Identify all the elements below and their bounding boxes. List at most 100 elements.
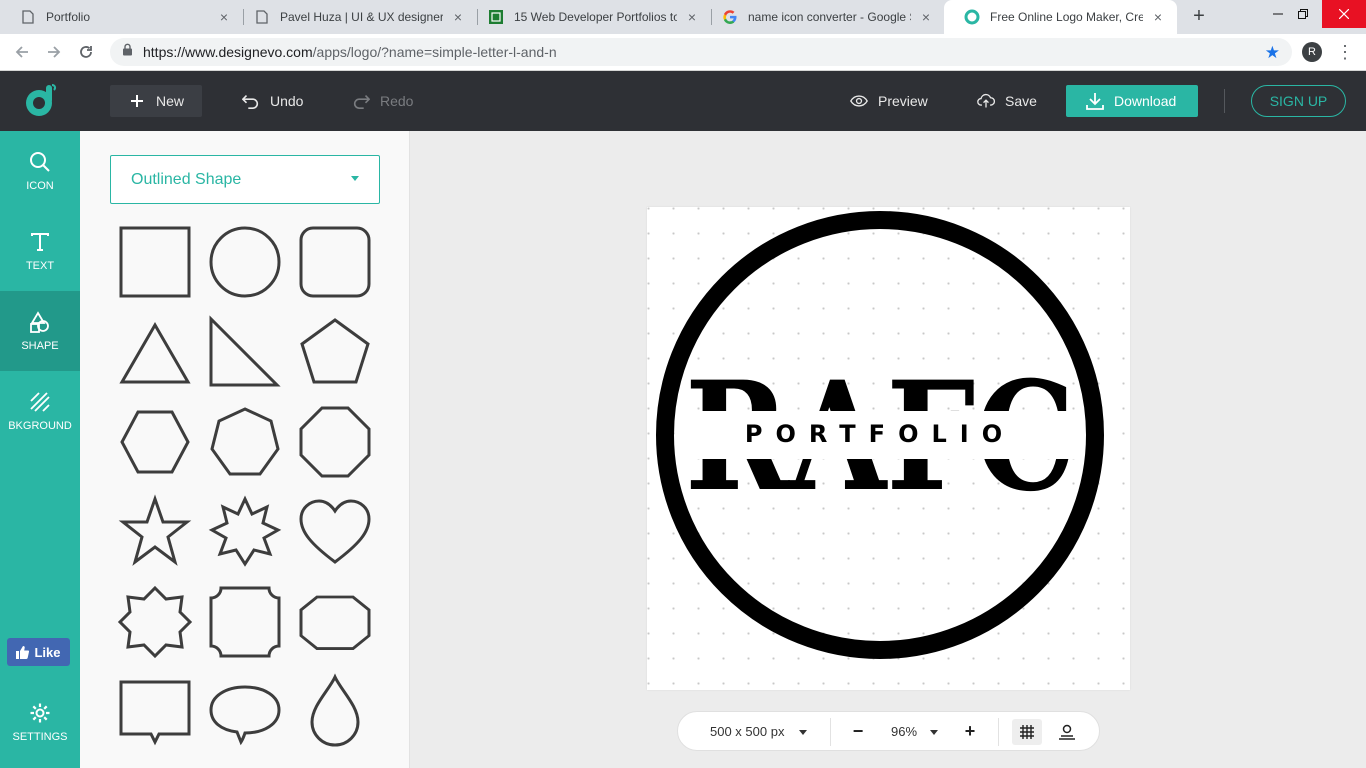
rail-item-shape[interactable]: SHAPE bbox=[0, 291, 80, 371]
close-icon[interactable]: × bbox=[919, 10, 933, 24]
canvas-zoom-bar: 500 x 500 px − 96% + bbox=[677, 711, 1100, 751]
page-icon bbox=[20, 9, 36, 25]
close-icon[interactable]: × bbox=[217, 10, 231, 24]
browser-tab-pavel[interactable]: Pavel Huza | UI & UX designer × bbox=[234, 0, 477, 34]
redo-button[interactable]: Redo bbox=[352, 85, 413, 117]
shape-panel: Outlined Shape bbox=[80, 131, 410, 768]
canvas-size-select[interactable]: 500 x 500 px bbox=[710, 724, 784, 739]
tab-title: 15 Web Developer Portfolios to bbox=[514, 10, 677, 24]
text-icon bbox=[28, 230, 52, 254]
new-label: New bbox=[156, 93, 185, 109]
design-workspace: RAFC PORTFOLIO 500 x 500 px − 96% + bbox=[410, 131, 1366, 768]
close-icon[interactable]: × bbox=[1151, 10, 1165, 24]
browser-tab-google[interactable]: name icon converter - Google S × bbox=[702, 0, 945, 34]
guide-toggle-button[interactable] bbox=[1054, 719, 1080, 745]
save-button[interactable]: Save bbox=[977, 85, 1037, 117]
like-label: Like bbox=[34, 644, 61, 660]
rail-item-settings[interactable]: SETTINGS bbox=[0, 682, 80, 762]
bookmark-star-icon[interactable]: ★ bbox=[1265, 43, 1280, 63]
browser-tab-designevo[interactable]: Free Online Logo Maker, Create × bbox=[944, 0, 1177, 34]
app-icon bbox=[488, 9, 504, 25]
download-button[interactable]: Download bbox=[1066, 85, 1198, 117]
undo-button[interactable]: Undo bbox=[242, 85, 303, 117]
shape-heptagon[interactable] bbox=[200, 397, 290, 487]
browser-menu-icon[interactable]: ⋮ bbox=[1336, 42, 1354, 62]
zoombar-divider bbox=[830, 718, 831, 746]
shape-speech-rect[interactable] bbox=[110, 667, 200, 757]
profile-avatar[interactable]: R bbox=[1302, 42, 1322, 62]
address-bar[interactable]: https://www.designevo.com/apps/logo/?nam… bbox=[110, 38, 1292, 66]
left-tool-rail: ICON TEXT SHAPE BKGROUND Like SETTINGS bbox=[0, 131, 80, 768]
preview-button[interactable]: Preview bbox=[850, 85, 928, 117]
url-host: https://www.designevo.com bbox=[143, 44, 313, 60]
facebook-like-button[interactable]: Like bbox=[7, 638, 70, 666]
zoom-level-select[interactable]: 96% bbox=[891, 724, 917, 739]
shape-long-hexagon[interactable] bbox=[290, 577, 380, 667]
shape-badge-star[interactable] bbox=[110, 577, 200, 667]
redo-label: Redo bbox=[380, 93, 414, 109]
logo-artboard[interactable]: RAFC PORTFOLIO bbox=[647, 207, 1130, 690]
url-path: /apps/logo/?name=simple-letter-l-and-n bbox=[312, 44, 557, 60]
close-icon[interactable]: × bbox=[685, 10, 699, 24]
back-button[interactable] bbox=[12, 42, 32, 62]
rail-item-label: TEXT bbox=[25, 260, 55, 272]
shape-heart[interactable] bbox=[290, 487, 380, 577]
shape-right-triangle[interactable] bbox=[200, 307, 290, 397]
shape-rounded-square[interactable] bbox=[290, 217, 380, 307]
reload-button[interactable] bbox=[76, 42, 96, 62]
shape-pentagon[interactable] bbox=[290, 307, 380, 397]
preview-label: Preview bbox=[878, 93, 928, 109]
designevo-logo[interactable] bbox=[22, 83, 58, 119]
download-label: Download bbox=[1114, 93, 1177, 109]
browser-tab-portfolios[interactable]: 15 Web Developer Portfolios to × bbox=[468, 0, 711, 34]
rail-item-label: SHAPE bbox=[21, 340, 59, 352]
eye-icon bbox=[850, 92, 868, 110]
shape-speech-oval[interactable] bbox=[200, 667, 290, 757]
restore-button[interactable] bbox=[1281, 0, 1325, 28]
shape-star-8[interactable] bbox=[200, 487, 290, 577]
logo-svg: RAFC PORTFOLIO bbox=[656, 211, 1104, 659]
save-label: Save bbox=[1005, 93, 1037, 109]
rail-item-icon[interactable]: ICON bbox=[0, 131, 80, 211]
shape-star-5[interactable] bbox=[110, 487, 200, 577]
logo-tagline[interactable]: PORTFOLIO bbox=[745, 420, 1015, 448]
shape-triangle[interactable] bbox=[110, 307, 200, 397]
shape-octagon[interactable] bbox=[290, 397, 380, 487]
signup-button[interactable]: SIGN UP bbox=[1251, 85, 1346, 117]
search-icon bbox=[28, 150, 52, 174]
tab-title: Pavel Huza | UI & UX designer bbox=[280, 10, 443, 24]
chevron-down-icon[interactable] bbox=[930, 730, 938, 735]
grid-icon bbox=[1020, 725, 1034, 739]
shape-circle[interactable] bbox=[200, 217, 290, 307]
zoom-out-button[interactable]: − bbox=[850, 721, 866, 741]
rail-item-text[interactable]: TEXT bbox=[0, 211, 80, 291]
plus-icon bbox=[128, 92, 146, 110]
browser-toolbar: https://www.designevo.com/apps/logo/?nam… bbox=[0, 34, 1366, 71]
browser-tab-portfolio[interactable]: Portfolio × bbox=[0, 0, 243, 34]
shape-category-select[interactable]: Outlined Shape bbox=[110, 155, 380, 204]
browser-tab-bar: Portfolio × Pavel Huza | UI & UX designe… bbox=[0, 0, 1366, 34]
shape-hexagon[interactable] bbox=[110, 397, 200, 487]
shape-icon bbox=[28, 310, 52, 334]
zoom-in-button[interactable]: + bbox=[962, 721, 978, 741]
new-tab-button[interactable]: + bbox=[1188, 6, 1210, 28]
undo-icon bbox=[242, 92, 260, 110]
shape-drop[interactable] bbox=[290, 667, 380, 757]
chevron-down-icon[interactable] bbox=[799, 730, 807, 735]
chevron-down-icon bbox=[351, 176, 359, 181]
shape-square[interactable] bbox=[110, 217, 200, 307]
rail-item-background[interactable]: BKGROUND bbox=[0, 371, 80, 451]
header-divider bbox=[1224, 89, 1225, 113]
app-header: New Undo Redo Preview Save Download SIGN… bbox=[0, 71, 1366, 131]
rail-item-label: ICON bbox=[26, 180, 54, 192]
close-icon[interactable]: × bbox=[451, 10, 465, 24]
thumbs-up-icon bbox=[16, 645, 30, 659]
rail-item-label: SETTINGS bbox=[12, 731, 68, 743]
forward-button[interactable] bbox=[44, 42, 64, 62]
background-icon bbox=[28, 390, 52, 414]
close-window-button[interactable] bbox=[1322, 0, 1366, 28]
new-button[interactable]: New bbox=[110, 85, 202, 117]
grid-toggle-button[interactable] bbox=[1012, 719, 1042, 745]
shape-ticket[interactable] bbox=[200, 577, 290, 667]
redo-icon bbox=[352, 92, 370, 110]
